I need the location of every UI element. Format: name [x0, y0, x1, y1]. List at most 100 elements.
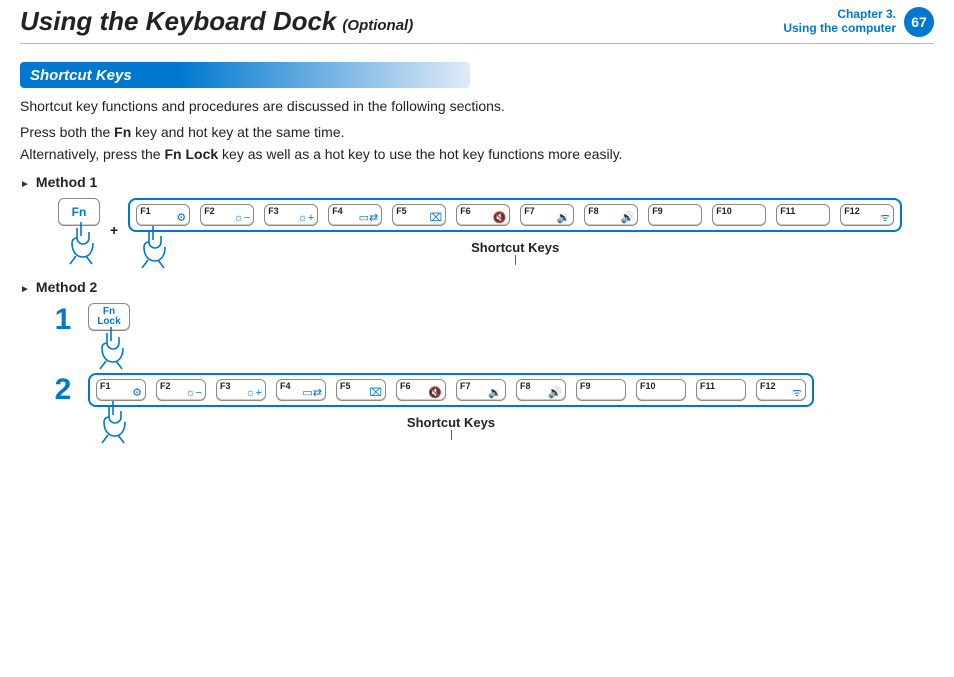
header-left: Using the Keyboard Dock (Optional) [20, 6, 413, 37]
fkey-label: F4 [280, 381, 291, 391]
fkey-label: F3 [268, 206, 279, 216]
chapter-line2: Using the computer [783, 22, 896, 35]
fkey-f1: F1 ⚙ [96, 379, 146, 401]
method2-step2: 2 F1 ⚙ F2 ☼− F3 ☼+ F4 ▭⇄ F5⌧ F6 🔇 F7 🔉 F8 🔊 F9 F10 F11 F12… [48, 373, 934, 430]
fkey-f6: F6 🔇 [396, 379, 446, 401]
fn-key-block: Fn [58, 198, 100, 226]
fkey-label: F2 [204, 206, 215, 216]
method1-fkeys-wrap: F1⚙F2☼−F3☼+F4▭⇄F5⌧F6🔇F7🔉F8🔊F9F10F11F12ᯤ … [128, 198, 902, 255]
header: Using the Keyboard Dock (Optional) Chapt… [20, 0, 934, 39]
fkey-label: F1 [140, 206, 151, 216]
fkey-f4: F4 ▭⇄ [276, 379, 326, 401]
fkey-label: F10 [716, 206, 732, 216]
fkey-label: F8 [588, 206, 599, 216]
fkey-label: F9 [652, 206, 663, 216]
fkey-label: F10 [640, 381, 656, 391]
step-number-2: 2 [48, 373, 78, 407]
method2-fkeys-wrap: F1⚙F2☼−F3☼+F4▭⇄F5⌧F6🔇F7🔉F8🔊F9F10F11F12ᯤ … [88, 373, 814, 430]
step-number-1: 1 [48, 303, 78, 337]
instr1-post: key and hot key at the same time. [131, 124, 344, 140]
fkey-f9: F9 [648, 204, 702, 226]
method2-step1: 1 Fn Lock [48, 303, 934, 337]
header-right: Chapter 3. Using the computer 67 [783, 7, 934, 37]
fkey-icon: ⌧ [369, 388, 382, 399]
fnlock-key-block: Fn Lock [88, 303, 130, 331]
hand-press-icon [94, 325, 128, 371]
fkey-icon: 🔇 [428, 388, 442, 399]
method2-heading: Method 2 [20, 279, 934, 295]
fkey-label: F7 [460, 381, 471, 391]
instr1-pre: Press both the [20, 124, 114, 140]
chapter-line1: Chapter 3. [783, 8, 896, 21]
fkey-icon: 🔉 [556, 213, 570, 224]
fkey-label: F5 [396, 206, 407, 216]
caption-connector [515, 255, 516, 265]
fkey-icon: ☼+ [245, 388, 262, 399]
method1-caption: Shortcut Keys [128, 240, 902, 255]
instruction-2: Alternatively, press the Fn Lock key as … [20, 146, 934, 162]
fkey-icon: 🔉 [488, 388, 502, 399]
fkey-f8: F8 🔊 [516, 379, 566, 401]
method2-fkeys: F1 ⚙ F2 ☼− F3 ☼+ F4 ▭⇄ F5⌧ F6 🔇 F7 🔉 F8 🔊 F9 F10 F11 F12 ᯤ [88, 373, 814, 407]
fkey-label: F11 [780, 206, 795, 216]
fkey-icon: 🔊 [548, 388, 562, 399]
fkey-label: F7 [524, 206, 535, 216]
fkey-f5: F5 ⌧ [392, 204, 446, 226]
fkey-f10: F10 [636, 379, 686, 401]
fkey-icon: ᯤ [792, 388, 802, 399]
fkey-f5: F5⌧ [336, 379, 386, 401]
fkey-icon: ᯤ [880, 213, 890, 224]
fkey-icon: ▭⇄ [359, 213, 379, 224]
fkey-label: F2 [160, 381, 171, 391]
fkey-label: F11 [700, 381, 715, 391]
hand-press-icon [96, 399, 130, 445]
fkey-f10: F10 [712, 204, 766, 226]
fkey-icon: ⌧ [430, 213, 443, 224]
method1-row: Fn + F1 ⚙ F2 ☼− F3 ☼+ F4 ▭⇄ F5 ⌧ F6 🔇 F7 🔉 F8 🔊 F9 F10 F11… [58, 198, 934, 255]
fkey-f9: F9 [576, 379, 626, 401]
fkey-label: F8 [520, 381, 531, 391]
title-optional: (Optional) [342, 17, 413, 34]
fkey-label: F4 [332, 206, 343, 216]
header-rule [20, 43, 934, 44]
hand-press-icon [64, 220, 98, 266]
instruction-1: Press both the Fn key and hot key at the… [20, 124, 934, 140]
fkey-icon: ☼− [185, 388, 202, 399]
fkey-f7: F7 🔉 [456, 379, 506, 401]
instr1-bold: Fn [114, 124, 131, 140]
instr2-pre: Alternatively, press the [20, 146, 164, 162]
fkey-icon: ☼+ [298, 213, 315, 224]
fkey-icon: 🔊 [620, 213, 634, 224]
fkey-label: F6 [400, 381, 411, 391]
fkey-icon: ☼− [234, 213, 251, 224]
chapter-label: Chapter 3. Using the computer [783, 8, 896, 34]
method1-heading: Method 1 [20, 174, 934, 190]
page: Using the Keyboard Dock (Optional) Chapt… [0, 0, 954, 677]
fkey-icon: ▭⇄ [302, 388, 322, 399]
fkey-label: F6 [460, 206, 471, 216]
fkey-f12: F12 ᯤ [756, 379, 806, 401]
caption-connector [451, 430, 452, 440]
fkey-label: F12 [760, 381, 776, 391]
fkey-icon: ⚙ [132, 388, 142, 399]
instr2-post: key as well as a hot key to use the hot … [218, 146, 622, 162]
fkey-icon: ⚙ [176, 213, 186, 224]
fkey-label: F3 [220, 381, 231, 391]
method1-fkeys: F1 ⚙ F2 ☼− F3 ☼+ F4 ▭⇄ F5 ⌧ F6 🔇 F7 🔉 F8 🔊 F9 F10 F11 F12 ᯤ [128, 198, 902, 232]
fkey-f1: F1 ⚙ [136, 204, 190, 226]
fkey-f3: F3 ☼+ [264, 204, 318, 226]
fkey-icon: 🔇 [492, 213, 506, 224]
section-title: Shortcut Keys [30, 67, 132, 84]
intro-text: Shortcut key functions and procedures ar… [20, 98, 934, 114]
fkey-f2: F2 ☼− [200, 204, 254, 226]
page-number-badge: 67 [904, 7, 934, 37]
fkey-label: F1 [100, 381, 111, 391]
fkey-f3: F3 ☼+ [216, 379, 266, 401]
fkey-f8: F8 🔊 [584, 204, 638, 226]
fkey-label: F12 [844, 206, 860, 216]
fkey-f11: F11 [696, 379, 746, 401]
plus-sign: + [110, 222, 118, 238]
hand-press-icon [136, 224, 170, 270]
fkey-f12: F12 ᯤ [840, 204, 894, 226]
fkey-f7: F7 🔉 [520, 204, 574, 226]
